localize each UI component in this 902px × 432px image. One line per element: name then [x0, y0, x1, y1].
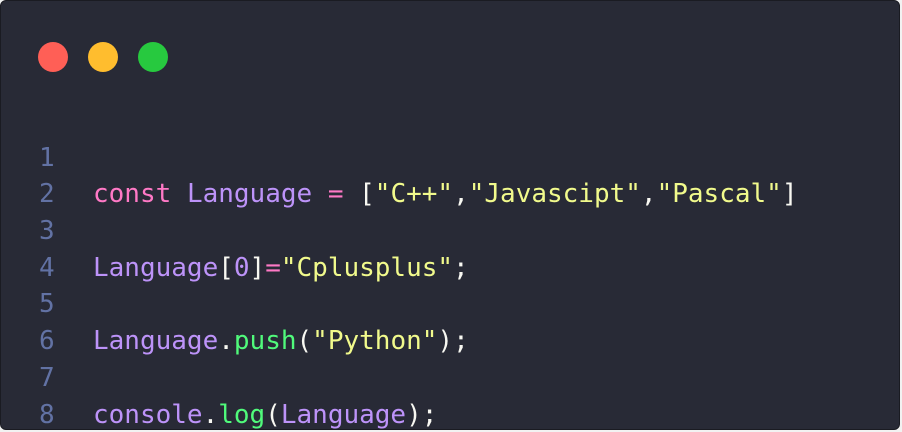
comma: , — [453, 179, 469, 210]
operator-assign: = — [327, 179, 344, 210]
identifier-console: console — [93, 399, 203, 430]
window-controls — [38, 42, 168, 72]
string-literal: "Javascipt" — [468, 179, 641, 210]
code-line-content: const Language = ["C++","Javascipt","Pas… — [93, 176, 797, 213]
paren-close: ) — [406, 399, 422, 430]
identifier-language: Language — [186, 179, 313, 210]
paren-close: ) — [437, 326, 454, 357]
identifier-language: Language — [280, 399, 407, 430]
code-window: 1 const Language = ["C++","Javascipt","P… — [0, 0, 900, 430]
semicolon: ; — [453, 252, 469, 283]
minimize-button[interactable] — [88, 42, 118, 72]
code-line-1: 1 const Language = ["C++","Javascipt","P… — [1, 103, 797, 210]
code-line-3: 3 Language[0]="Cplusplus"; — [1, 176, 469, 283]
comma: , — [640, 179, 657, 210]
dot: . — [202, 399, 219, 430]
code-block: 1 const Language = ["C++","Javascipt","P… — [1, 103, 797, 429]
zoom-button[interactable] — [138, 42, 168, 72]
string-literal: "Cplusplus" — [280, 252, 454, 283]
dot: . — [218, 326, 234, 357]
semicolon: ; — [453, 326, 469, 357]
semicolon: ; — [421, 399, 438, 430]
code-line-content: console.log(Language); — [93, 397, 438, 430]
bracket-open: [ — [218, 252, 234, 283]
number-literal: 0 — [233, 252, 250, 283]
identifier-language: Language — [93, 326, 219, 357]
paren-open: ( — [296, 326, 313, 357]
paren-open: ( — [265, 399, 281, 430]
code-line-6: 6 — [1, 286, 95, 356]
code-line-content: Language[0]="Cplusplus"; — [93, 250, 469, 287]
code-line-5: 5 Language.push("Python"); — [1, 250, 469, 356]
keyword-const: const — [93, 179, 172, 210]
method-push: push — [233, 326, 297, 357]
bracket-open: [ — [359, 179, 375, 210]
string-literal: "Python" — [312, 326, 438, 357]
close-button[interactable] — [38, 42, 68, 72]
code-line-content: Language.push("Python"); — [93, 323, 469, 360]
method-log: log — [218, 399, 266, 430]
code-line-2: 2 — [1, 140, 95, 209]
string-literal: "C++" — [374, 179, 454, 210]
bracket-close: ] — [781, 179, 798, 210]
identifier-language: Language — [93, 252, 219, 283]
code-line-8: 8 — [1, 360, 95, 429]
code-line-4: 4 — [1, 213, 95, 283]
operator-assign: = — [265, 252, 281, 283]
line-number: 8 — [39, 399, 55, 430]
string-literal: "Pascal" — [656, 179, 782, 210]
code-line-7: 7 console.log(Language); — [1, 323, 437, 429]
bracket-close: ] — [249, 252, 266, 283]
